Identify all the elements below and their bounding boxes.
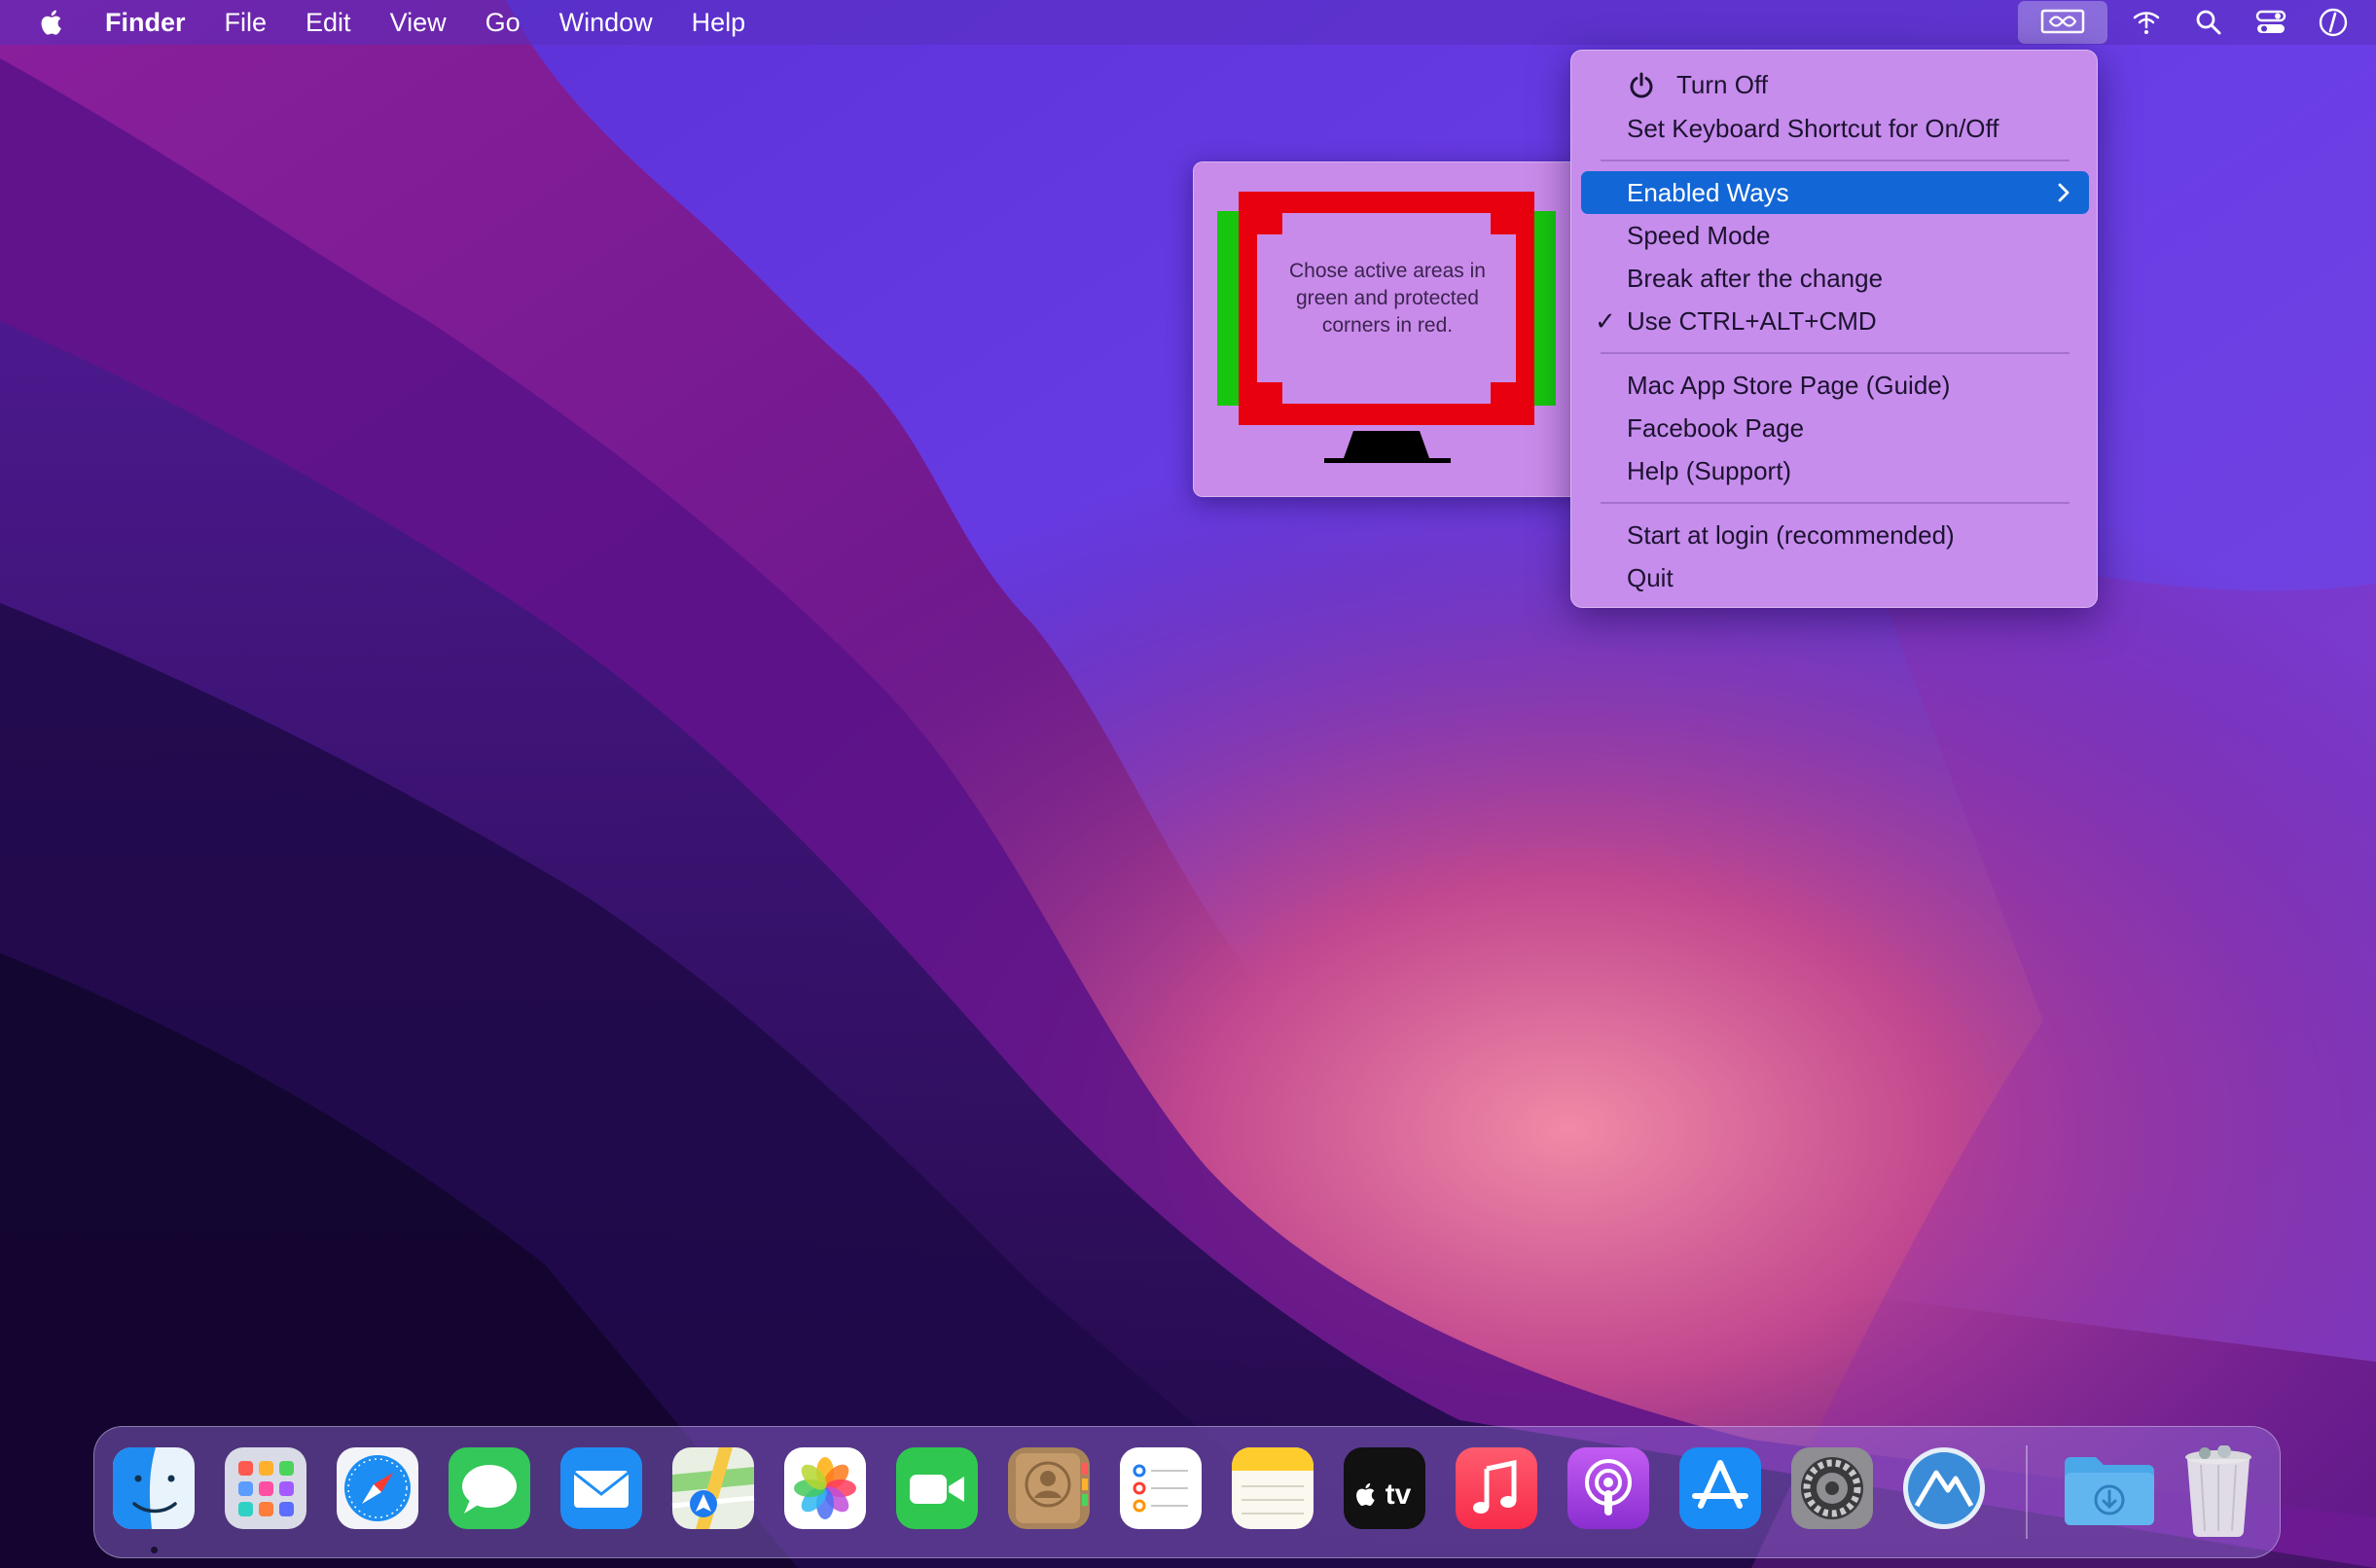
menu-item-enabled-ways[interactable]: Enabled Ways	[1581, 171, 2089, 214]
menu-go[interactable]: Go	[486, 8, 521, 38]
dock-contacts-icon[interactable]	[1006, 1445, 1092, 1531]
menu-app-finder[interactable]: Finder	[105, 8, 186, 38]
control-center-icon[interactable]	[2248, 1, 2294, 44]
menu-item-label: Start at login (recommended)	[1627, 520, 1955, 550]
menu-item-label: Facebook Page	[1627, 413, 1805, 443]
search-icon[interactable]	[2185, 1, 2232, 44]
menu-item-break-after-change[interactable]: Break after the change	[1581, 257, 2089, 300]
dock-maps-icon[interactable]	[670, 1445, 756, 1531]
menu-separator	[1601, 160, 2070, 161]
checkmark-icon: ✓	[1595, 306, 1616, 336]
wifi-icon[interactable]	[2123, 1, 2170, 44]
status-menu-area	[2018, 0, 2376, 45]
menu-item-label: Mac App Store Page (Guide)	[1627, 371, 1951, 400]
dock-system-preferences-icon[interactable]	[1789, 1445, 1875, 1531]
app-status-icon[interactable]	[2018, 1, 2107, 44]
menu-separator	[1601, 352, 2070, 354]
menu-item-label: Help (Support)	[1627, 456, 1792, 485]
menu-item-label: Turn Off	[1676, 70, 1768, 99]
dock-mail-icon[interactable]	[558, 1445, 644, 1531]
dock-finder-icon[interactable]	[111, 1445, 197, 1531]
dock-hot-corner-app-icon[interactable]	[1901, 1445, 1987, 1531]
dock-tv-icon[interactable]: tv	[1342, 1445, 1427, 1531]
menu-item-label: Use CTRL+ALT+CMD	[1627, 306, 1877, 336]
info-text: Chose active areas in green and protecte…	[1289, 260, 1486, 337]
menu-item-facebook-page[interactable]: Facebook Page	[1581, 407, 2089, 449]
menu-item-label: Set Keyboard Shortcut for On/Off	[1627, 114, 1999, 143]
menu-item-help-support[interactable]: Help (Support)	[1581, 449, 2089, 492]
dock-reminders-icon[interactable]	[1118, 1445, 1204, 1531]
menu-item-label: Speed Mode	[1627, 221, 1771, 250]
dock-divider	[2026, 1445, 2028, 1539]
app-dropdown-menu: Turn Off Set Keyboard Shortcut for On/Of…	[1570, 50, 2098, 608]
menu-help[interactable]: Help	[692, 8, 746, 38]
protected-corner-bottom-left	[1257, 382, 1282, 404]
chevron-right-icon	[2056, 181, 2071, 209]
menu-item-quit[interactable]: Quit	[1581, 556, 2089, 599]
protected-corner-bottom-right	[1491, 382, 1516, 404]
active-area-left	[1217, 211, 1239, 406]
power-icon	[1628, 72, 1655, 104]
menu-edit[interactable]: Edit	[306, 8, 351, 38]
dock-launchpad-icon[interactable]	[223, 1445, 308, 1531]
siri-icon[interactable]	[2310, 1, 2357, 44]
menu-item-label: Quit	[1627, 563, 1674, 592]
menu-item-use-ctrl-alt-cmd[interactable]: ✓ Use CTRL+ALT+CMD	[1581, 300, 2089, 342]
menu-window[interactable]: Window	[559, 8, 653, 38]
protected-corner-top-left	[1257, 213, 1282, 234]
dock-trash-icon[interactable]	[2176, 1445, 2261, 1537]
dock-safari-icon[interactable]	[335, 1445, 420, 1531]
dock-photos-icon[interactable]	[782, 1445, 868, 1531]
running-indicator	[151, 1547, 158, 1553]
menu-item-start-at-login[interactable]: Start at login (recommended)	[1581, 514, 2089, 556]
dock-messages-icon[interactable]	[447, 1445, 532, 1531]
protected-corner-top-right	[1491, 213, 1516, 234]
menu-item-speed-mode[interactable]: Speed Mode	[1581, 214, 2089, 257]
menu-item-label: Enabled Ways	[1627, 178, 1789, 207]
menu-view[interactable]: View	[390, 8, 447, 38]
dock-music-icon[interactable]	[1454, 1445, 1539, 1531]
dock-facetime-icon[interactable]	[894, 1445, 980, 1531]
menu-item-label: Break after the change	[1627, 264, 1884, 293]
menu-item-set-shortcut[interactable]: Set Keyboard Shortcut for On/Off	[1581, 107, 2089, 150]
dock-app-store-icon[interactable]	[1677, 1445, 1763, 1531]
menu-item-app-store-page[interactable]: Mac App Store Page (Guide)	[1581, 364, 2089, 407]
dock-podcasts-icon[interactable]	[1566, 1445, 1651, 1531]
dock-notes-icon[interactable]	[1230, 1445, 1315, 1531]
active-area-right	[1534, 211, 1556, 406]
hot-corners-info-popover: Chose active areas in green and protecte…	[1193, 161, 1580, 497]
menu-item-turn-off[interactable]: Turn Off	[1581, 63, 2089, 106]
apple-menu-icon[interactable]	[35, 6, 68, 39]
dock-downloads-folder-icon[interactable]	[2061, 1445, 2154, 1531]
svg-text:tv: tv	[1386, 1479, 1412, 1511]
menu-separator	[1601, 502, 2070, 504]
menu-bar: Finder File Edit View Go Window Help	[0, 0, 2376, 45]
menu-file[interactable]: File	[225, 8, 268, 38]
